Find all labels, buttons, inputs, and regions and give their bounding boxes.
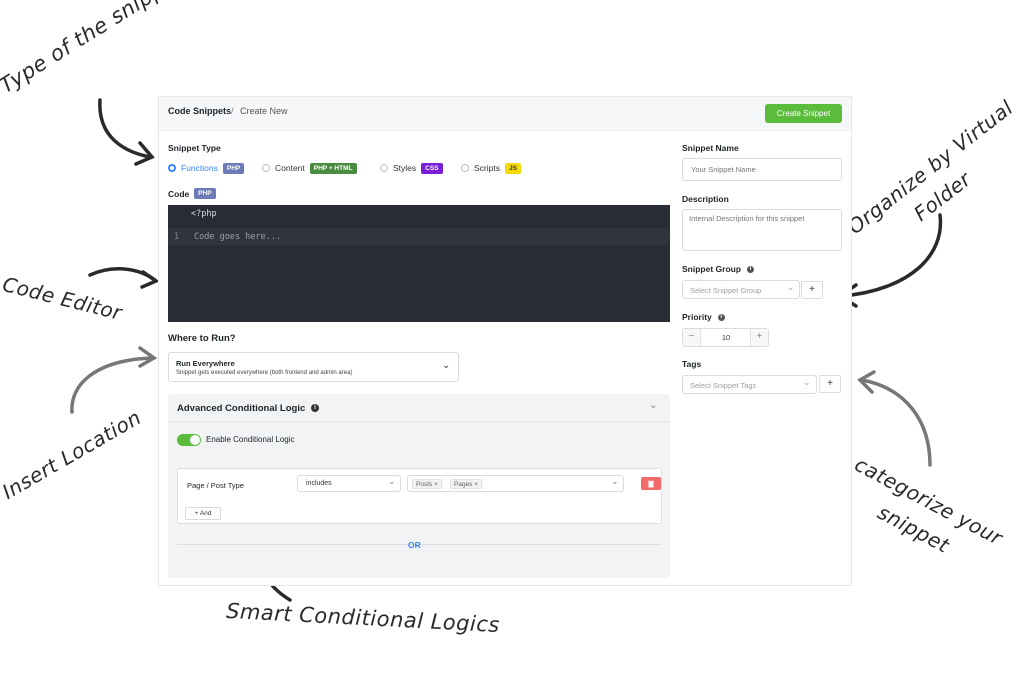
radio-circle[interactable] bbox=[380, 164, 388, 172]
arrowhead-code-editor bbox=[140, 270, 160, 289]
chevron-down-icon: ⌄ bbox=[803, 377, 811, 387]
priority-label-text: Priority bbox=[682, 312, 712, 322]
info-icon[interactable]: i bbox=[311, 404, 319, 412]
description-label: Description bbox=[682, 194, 729, 204]
add-snippet-group-button[interactable]: + bbox=[801, 281, 823, 299]
code-tag: PHP bbox=[194, 188, 216, 199]
arrowhead-type bbox=[134, 141, 155, 166]
chevron-down-icon: ⌄ bbox=[388, 476, 396, 486]
chevron-down-icon: ⌄ bbox=[442, 360, 451, 371]
remove-chip-icon[interactable]: × bbox=[434, 481, 438, 488]
snippet-name-label: Snippet Name bbox=[682, 143, 739, 153]
chevron-down-icon: ⌄ bbox=[787, 282, 795, 292]
values-multiselect[interactable]: Posts × Pages × ⌄ bbox=[407, 475, 624, 492]
snippet-name-input[interactable] bbox=[682, 158, 842, 181]
arrow-location bbox=[70, 356, 154, 414]
decrement-button[interactable]: − bbox=[683, 329, 701, 346]
snippet-group-label-text: Snippet Group bbox=[682, 264, 742, 274]
where-to-run-label: Where to Run? bbox=[168, 333, 236, 344]
add-or-group-button[interactable]: OR bbox=[408, 540, 421, 550]
operator-value: includes bbox=[306, 480, 332, 487]
radio-styles[interactable]: Styles CSS bbox=[380, 161, 443, 175]
annotation-code-editor: Code Editor bbox=[0, 272, 125, 325]
breadcrumb-separator: / bbox=[231, 106, 234, 116]
editor-active-line[interactable]: 1 Code goes here... bbox=[168, 228, 670, 245]
advanced-conditional-logic: Advanced Conditional Logic i ⌄ Enable Co… bbox=[168, 394, 670, 578]
radio-content[interactable]: Content PHP + HTML bbox=[262, 161, 357, 175]
toggle-knob bbox=[190, 435, 200, 445]
radio-label: Content bbox=[275, 163, 305, 173]
tags-select[interactable]: Select Snippet Tags ⌄ bbox=[682, 375, 817, 394]
priority-stepper: − 10 + bbox=[682, 328, 769, 347]
snippet-type-label: Snippet Type bbox=[168, 143, 221, 153]
snippet-group-label: Snippet Group i bbox=[682, 264, 755, 274]
enable-conditional-label: Enable Conditional Logic bbox=[206, 435, 295, 444]
add-and-rule-button[interactable]: + And bbox=[185, 507, 221, 520]
chip-label: Pages bbox=[454, 481, 473, 488]
create-snippet-button[interactable]: Create Snippet bbox=[765, 104, 842, 123]
enable-conditional-toggle[interactable] bbox=[177, 434, 201, 446]
arrowhead-tags bbox=[857, 370, 876, 394]
radio-circle[interactable] bbox=[168, 164, 176, 172]
value-chip-posts[interactable]: Posts × bbox=[412, 479, 442, 489]
breadcrumb-root[interactable]: Code Snippets bbox=[168, 106, 231, 116]
trash-icon bbox=[648, 480, 654, 487]
type-tag: PHP + HTML bbox=[309, 162, 357, 174]
arrow-tags bbox=[860, 378, 932, 467]
add-tag-button[interactable]: + bbox=[819, 375, 841, 393]
info-icon[interactable]: i bbox=[717, 313, 725, 321]
breadcrumb-current: Create New bbox=[240, 106, 288, 116]
operator-select[interactable]: includes ⌄ bbox=[297, 475, 401, 492]
snippet-group-select[interactable]: Select Snippet Group ⌄ bbox=[682, 280, 800, 299]
condition-rule-group: Page / Post Type includes ⌄ Posts × Page… bbox=[177, 468, 662, 524]
php-open-tag: <?php bbox=[191, 209, 217, 219]
radio-functions[interactable]: Functions PHP bbox=[168, 161, 245, 175]
description-textarea[interactable] bbox=[682, 209, 842, 251]
type-tag: PHP bbox=[222, 162, 245, 174]
chevron-down-icon[interactable]: ⌄ bbox=[649, 400, 657, 411]
snippet-group-placeholder: Select Snippet Group bbox=[690, 286, 762, 295]
snippet-editor-panel: Code Snippets / Create New Create Snippe… bbox=[158, 96, 852, 586]
value-chip-pages[interactable]: Pages × bbox=[450, 479, 483, 489]
radio-circle[interactable] bbox=[461, 164, 469, 172]
radio-label: Functions bbox=[181, 163, 218, 173]
arrow-code-editor bbox=[88, 267, 157, 282]
code-label-text: Code bbox=[168, 188, 190, 199]
remove-chip-icon[interactable]: × bbox=[474, 481, 478, 488]
chip-label: Posts bbox=[416, 481, 433, 488]
type-tag: JS bbox=[504, 162, 521, 174]
code-label: Code PHP bbox=[168, 188, 216, 199]
radio-circle[interactable] bbox=[262, 164, 270, 172]
code-editor[interactable]: <?php 1 Code goes here... bbox=[168, 205, 670, 322]
tags-label: Tags bbox=[682, 359, 702, 369]
annotation-type: Type of the snippet bbox=[0, 0, 188, 98]
line-number: 1 bbox=[174, 232, 180, 242]
tags-placeholder: Select Snippet Tags bbox=[690, 381, 757, 390]
annotation-smart-logic: Smart Conditional Logics bbox=[225, 598, 501, 638]
run-location-description: Snippet gets executed everywhere (both f… bbox=[176, 370, 353, 376]
increment-button[interactable]: + bbox=[750, 329, 768, 346]
conditional-logic-header[interactable]: Advanced Conditional Logic i ⌄ bbox=[168, 394, 670, 422]
rule-field-label: Page / Post Type bbox=[187, 481, 244, 490]
delete-rule-button[interactable] bbox=[641, 477, 661, 490]
arrowhead-location bbox=[138, 346, 158, 368]
info-icon[interactable]: i bbox=[747, 265, 755, 273]
run-location-title: Run Everywhere bbox=[176, 359, 235, 368]
top-bar: Code Snippets / Create New Create Snippe… bbox=[159, 97, 851, 131]
run-location-select[interactable]: Run Everywhere Snippet gets executed eve… bbox=[168, 352, 459, 382]
annotation-insert-location: Insert Location bbox=[0, 405, 146, 504]
code-placeholder: Code goes here... bbox=[194, 232, 281, 242]
arrow-type bbox=[98, 98, 152, 159]
radio-scripts[interactable]: Scripts JS bbox=[461, 161, 521, 175]
priority-value[interactable]: 10 bbox=[701, 333, 751, 342]
radio-label: Scripts bbox=[474, 163, 500, 173]
priority-label: Priority i bbox=[682, 312, 725, 322]
chevron-down-icon: ⌄ bbox=[611, 476, 619, 486]
type-tag: CSS bbox=[421, 162, 443, 174]
conditional-logic-title: Advanced Conditional Logic bbox=[177, 403, 306, 414]
radio-label: Styles bbox=[393, 163, 417, 173]
